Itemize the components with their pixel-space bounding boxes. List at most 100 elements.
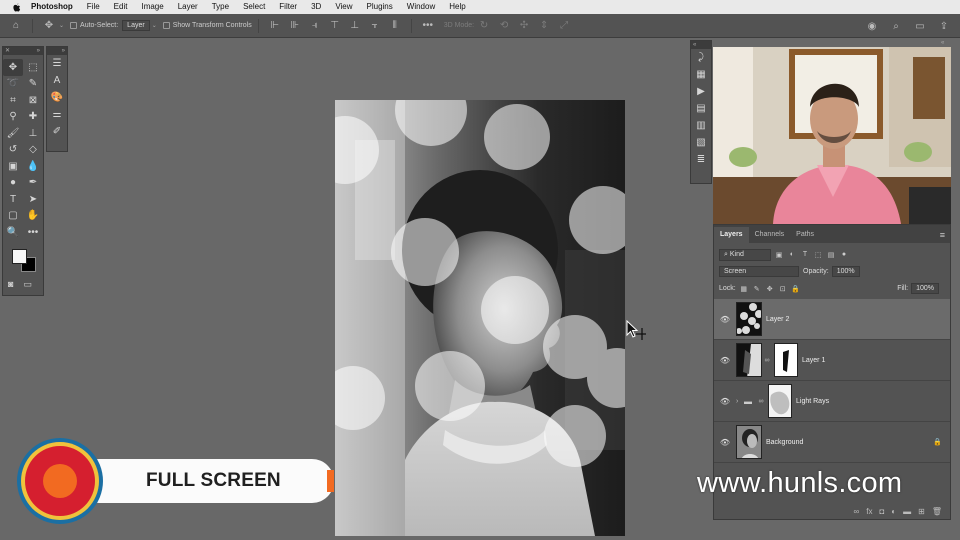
- layer-name[interactable]: Layer 2: [766, 316, 789, 323]
- menu-3d[interactable]: 3D: [304, 0, 328, 14]
- tab-channels[interactable]: Channels: [749, 227, 791, 243]
- delete-layer-icon[interactable]: 🗑: [932, 507, 942, 516]
- history-brush-icon[interactable]: ↺: [3, 142, 23, 159]
- eraser-icon[interactable]: ◇: [23, 142, 43, 159]
- lock-artboard-icon[interactable]: ⊡: [778, 285, 788, 293]
- type-icon[interactable]: T: [3, 191, 23, 208]
- menu-help[interactable]: Help: [442, 0, 472, 14]
- menu-photoshop[interactable]: Photoshop: [24, 0, 80, 14]
- hand-icon[interactable]: ✋: [23, 208, 43, 225]
- cloud-docs-icon[interactable]: ◉: [864, 18, 880, 34]
- layer-group-row[interactable]: 👁 › ▬ ∞ Light Rays: [714, 381, 950, 422]
- brush-icon[interactable]: 🖌: [3, 125, 23, 142]
- pan-3d-icon[interactable]: ✣: [516, 18, 532, 34]
- adjustments-icon[interactable]: ☰: [47, 55, 67, 72]
- blend-mode-dropdown[interactable]: Screen: [719, 266, 799, 277]
- show-transform-checkbox[interactable]: [162, 22, 170, 29]
- comments-icon[interactable]: ▤: [691, 100, 711, 117]
- color-swatches[interactable]: [11, 247, 41, 275]
- eye-icon[interactable]: 👁: [714, 356, 736, 365]
- screen-mode-icon[interactable]: ▭: [23, 279, 32, 290]
- align-top-icon[interactable]: ⊤: [327, 18, 343, 34]
- learn-icon[interactable]: ▦: [691, 66, 711, 83]
- expand-chevron-icon[interactable]: ›: [736, 398, 744, 405]
- menu-image[interactable]: Image: [134, 0, 170, 14]
- lock-position-icon[interactable]: ✥: [765, 285, 775, 293]
- adjustment-layer-icon[interactable]: ◐: [891, 507, 896, 516]
- crop-icon[interactable]: ⌗: [3, 92, 23, 109]
- menu-view[interactable]: View: [328, 0, 359, 14]
- brush-settings-icon[interactable]: ✐: [47, 123, 67, 140]
- lock-pixels-icon[interactable]: ✎: [752, 285, 762, 293]
- layer-row[interactable]: 👁 Background 🔒: [714, 422, 950, 463]
- lasso-icon[interactable]: ➰: [3, 76, 23, 93]
- filter-smart-object-icon[interactable]: ▤: [826, 251, 836, 259]
- layer-mask-thumbnail[interactable]: [774, 343, 798, 377]
- search-icon[interactable]: ⌕: [888, 18, 904, 34]
- menu-file[interactable]: File: [80, 0, 107, 14]
- layer-name[interactable]: Light Rays: [796, 398, 829, 405]
- filter-adjustment-icon[interactable]: ◐: [787, 251, 797, 258]
- filter-pixel-icon[interactable]: ▣: [774, 251, 784, 259]
- menu-edit[interactable]: Edit: [107, 0, 135, 14]
- more-options-icon[interactable]: •••: [420, 18, 436, 34]
- filter-type-icon[interactable]: T: [800, 251, 810, 258]
- apple-icon[interactable]: [10, 0, 24, 14]
- path-select-icon[interactable]: ➤: [23, 191, 43, 208]
- close-icon[interactable]: ✕: [5, 47, 10, 55]
- pen-icon[interactable]: ✒: [23, 175, 43, 192]
- zoom-icon[interactable]: 🔍: [3, 224, 23, 241]
- align-bottom-icon[interactable]: ⫟: [367, 18, 383, 34]
- move-icon[interactable]: ✥: [3, 59, 23, 76]
- collapse-icon[interactable]: »: [37, 47, 40, 55]
- tab-layers[interactable]: Layers: [714, 227, 749, 243]
- character-icon[interactable]: A: [47, 72, 67, 89]
- gradient-icon[interactable]: ▣: [3, 158, 23, 175]
- tab-paths[interactable]: Paths: [790, 227, 820, 243]
- quick-mask-icon[interactable]: ◙: [8, 279, 13, 290]
- align-left-icon[interactable]: ⊩: [267, 18, 283, 34]
- link-icon[interactable]: ∞: [756, 398, 766, 405]
- menu-filter[interactable]: Filter: [272, 0, 304, 14]
- filter-toggle-icon[interactable]: ●: [839, 251, 849, 258]
- add-mask-icon[interactable]: ◘: [879, 507, 884, 516]
- lock-all-icon[interactable]: 🔒: [791, 285, 801, 293]
- menu-select[interactable]: Select: [236, 0, 272, 14]
- filter-shape-icon[interactable]: ⬚: [813, 251, 823, 259]
- healing-icon[interactable]: ✚: [23, 109, 43, 126]
- lock-transparent-icon[interactable]: ▦: [739, 285, 749, 293]
- swatches-icon[interactable]: 🎨: [47, 89, 67, 106]
- notes-icon[interactable]: ≣: [691, 151, 711, 168]
- new-layer-icon[interactable]: ⊞: [918, 507, 925, 516]
- layer-row[interactable]: 👁 ∞ Layer 1: [714, 340, 950, 381]
- workspace-icon[interactable]: ▭: [912, 18, 928, 34]
- menu-window[interactable]: Window: [400, 0, 442, 14]
- layer-name[interactable]: Layer 1: [802, 357, 825, 364]
- layer-name[interactable]: Background: [766, 439, 803, 446]
- libraries-icon[interactable]: ▥: [691, 117, 711, 134]
- orbit-3d-icon[interactable]: ↻: [476, 18, 492, 34]
- link-layers-icon[interactable]: ∞: [854, 507, 860, 516]
- align-center-icon[interactable]: ⊪: [287, 18, 303, 34]
- close-panel-icon[interactable]: «: [941, 40, 944, 46]
- collapse-icon[interactable]: »: [47, 47, 67, 55]
- filter-kind-dropdown[interactable]: ⌕ Kind: [719, 248, 771, 261]
- layer-style-icon[interactable]: fx: [866, 507, 872, 516]
- stamp-icon[interactable]: ⊥: [23, 125, 43, 142]
- eye-icon[interactable]: 👁: [714, 315, 736, 324]
- menu-layer[interactable]: Layer: [171, 0, 205, 14]
- history-icon[interactable]: ⤸: [691, 49, 711, 66]
- eye-icon[interactable]: 👁: [714, 397, 736, 406]
- layer-row[interactable]: 👁 Layer 2: [714, 299, 950, 340]
- distribute-icon[interactable]: ⦀: [387, 18, 403, 34]
- menu-plugins[interactable]: Plugins: [360, 0, 400, 14]
- properties-icon[interactable]: ⚌: [47, 106, 67, 123]
- chevron-down-icon[interactable]: ⌄: [59, 22, 64, 29]
- panel-menu-icon[interactable]: ≡: [940, 227, 945, 243]
- link-icon[interactable]: ∞: [762, 357, 772, 364]
- collapse-icon[interactable]: «: [691, 41, 711, 49]
- more-icon[interactable]: •••: [23, 224, 43, 241]
- eyedropper-icon[interactable]: ⚲: [3, 109, 23, 126]
- align-middle-icon[interactable]: ⊥: [347, 18, 363, 34]
- marquee-icon[interactable]: ⬚: [23, 59, 43, 76]
